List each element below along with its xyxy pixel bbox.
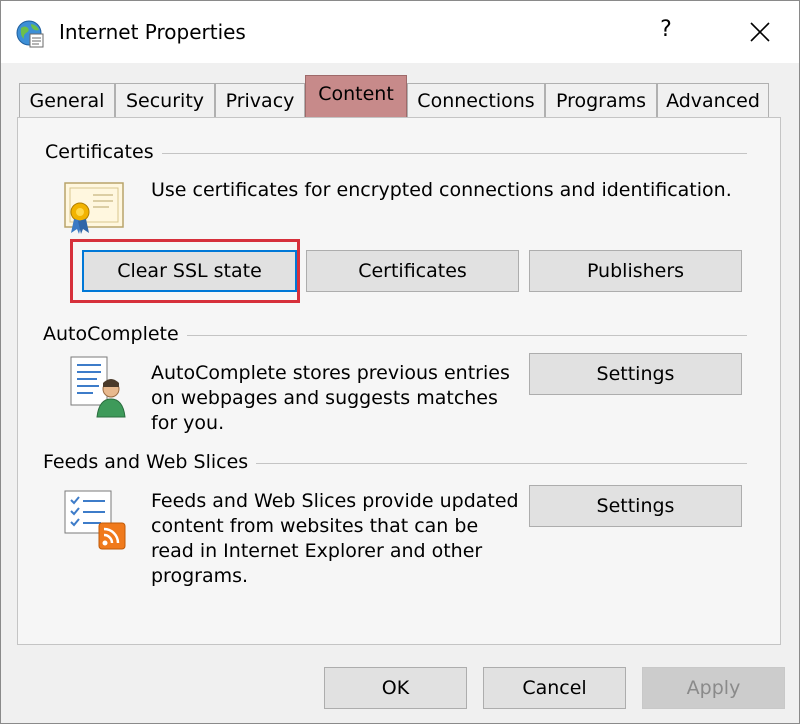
help-button[interactable]: ? [651,17,681,42]
close-icon [750,22,770,42]
internet-properties-dialog: Internet Properties ? General Security P… [0,0,800,724]
tab-privacy[interactable]: Privacy [215,83,305,117]
certificates-description: Use certificates for encrypted connectio… [151,179,732,201]
tab-content[interactable]: Content [305,75,407,117]
feeds-description-line: content from websites that can be [151,515,479,537]
highlight-annotation-box [70,239,300,303]
feeds-settings-button[interactable]: Settings [529,485,742,527]
feeds-description-line: read in Internet Explorer and other [151,540,483,562]
tab-general[interactable]: General [19,83,115,117]
feeds-icon [63,489,129,556]
internet-globe-icon [15,19,45,49]
certificates-button[interactable]: Certificates [306,250,519,292]
ok-button[interactable]: OK [324,667,467,709]
publishers-button[interactable]: Publishers [529,250,742,292]
certificate-icon [63,181,127,240]
apply-button[interactable]: Apply [642,667,785,709]
tab-security[interactable]: Security [115,83,215,117]
autocomplete-description: AutoComplete stores previous entries on … [151,361,510,436]
tab-connections[interactable]: Connections [407,83,545,117]
feeds-description-line: programs. [151,565,249,587]
window-title: Internet Properties [59,20,246,44]
close-button[interactable] [735,9,785,55]
autocomplete-settings-button[interactable]: Settings [529,353,742,395]
certificates-group-label: Certificates [45,141,162,163]
cancel-button[interactable]: Cancel [483,667,626,709]
feeds-description: Feeds and Web Slices provide updated con… [151,489,519,589]
feeds-group-label: Feeds and Web Slices [43,451,257,473]
tab-advanced[interactable]: Advanced [657,83,769,117]
autocomplete-description-line: AutoComplete stores previous entries [151,362,510,384]
autocomplete-icon [69,355,129,424]
title-bar: Internet Properties ? [1,1,799,63]
tab-programs[interactable]: Programs [545,83,657,117]
feeds-description-line: Feeds and Web Slices provide updated [151,490,519,512]
autocomplete-group-label: AutoComplete [43,323,187,345]
autocomplete-description-line: on webpages and suggests matches [151,387,498,409]
autocomplete-description-line: for you. [151,412,225,434]
